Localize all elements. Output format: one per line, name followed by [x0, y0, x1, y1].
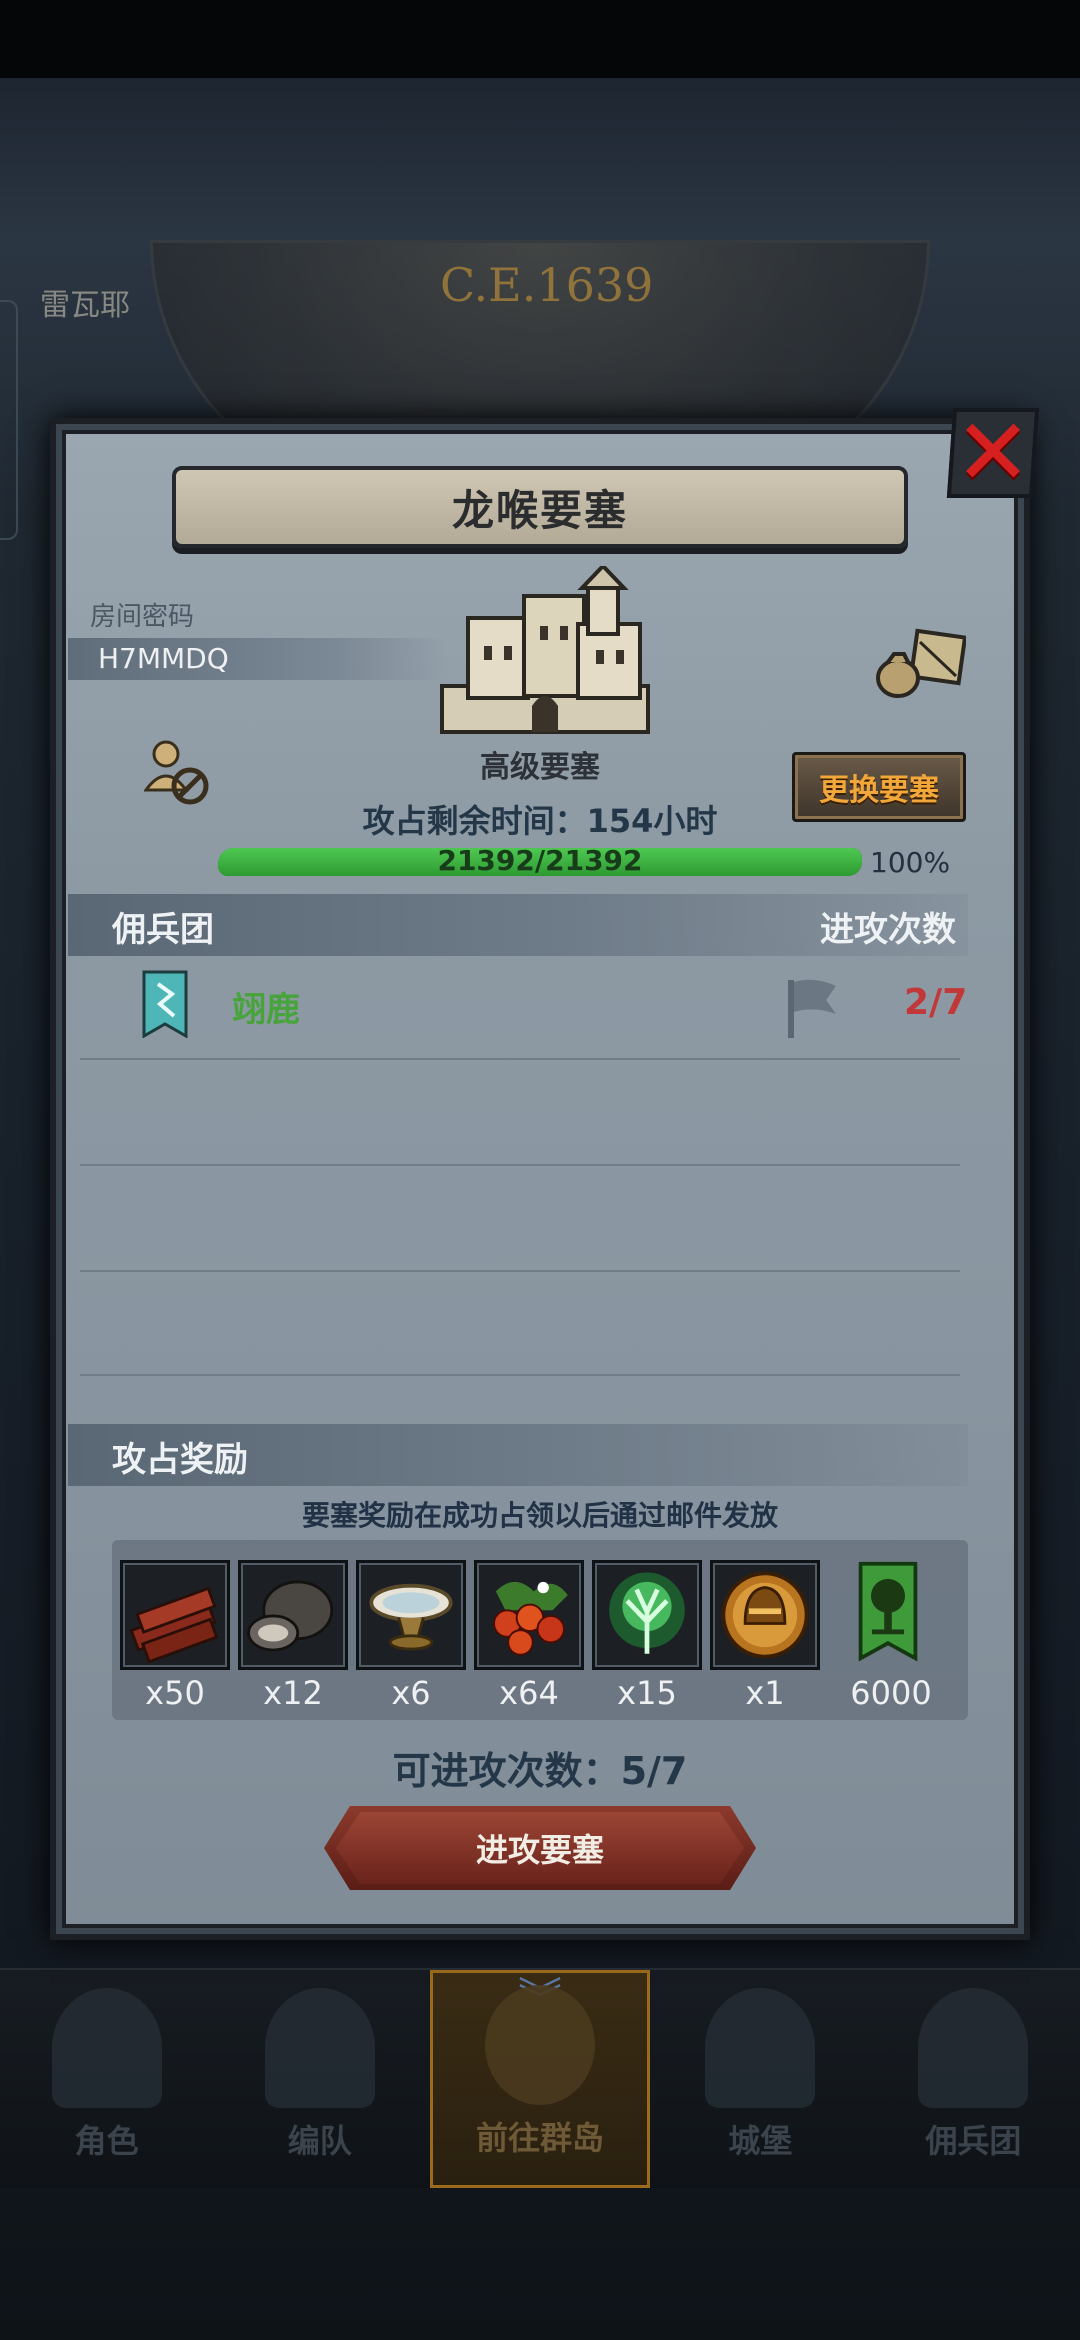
mercenary-header: 佣兵团 — [112, 910, 214, 950]
nav-item-character[interactable]: 角色 — [0, 1970, 213, 2188]
mercenary-icon — [918, 1988, 1029, 2108]
room-password-label: 房间密码 — [90, 602, 195, 632]
reward-item[interactable]: x12 — [238, 1560, 348, 1712]
rewards-header: 攻占奖励 — [112, 1440, 248, 1480]
compass-icon — [485, 1985, 595, 2105]
reward-item[interactable]: x6 — [356, 1560, 466, 1712]
guild-name: 翊鹿 — [232, 990, 300, 1030]
swap-fortress-button[interactable]: 更换要塞 — [792, 752, 966, 822]
helmet-icon — [264, 1988, 375, 2108]
guild-attack-count: 2/7 — [904, 982, 968, 1023]
reward-item[interactable]: x64 — [474, 1560, 584, 1712]
guild-emblem-icon — [142, 970, 188, 1038]
reward-qty: x15 — [617, 1674, 677, 1712]
guild-row[interactable]: 翊鹿 2/7 — [68, 960, 968, 1060]
swap-fortress-label: 更换要塞 — [819, 773, 939, 808]
bowl-icon — [369, 1583, 453, 1651]
nav-label: 前往群岛 — [476, 2119, 605, 2157]
reward-qty: x50 — [145, 1674, 205, 1712]
loot-bags-icon[interactable] — [876, 626, 966, 698]
dialog-title: 龙喉要塞 — [451, 485, 628, 535]
reward-qty: 6000 — [850, 1674, 932, 1712]
nav-item-castle[interactable]: 城堡 — [654, 1970, 867, 2188]
attack-fortress-label: 进攻要塞 — [475, 1831, 604, 1869]
nav-label: 城堡 — [728, 2122, 793, 2160]
row-divider — [80, 1164, 960, 1166]
row-divider — [80, 1374, 960, 1376]
reward-qty: x1 — [745, 1674, 785, 1712]
reward-qty: x6 — [391, 1674, 431, 1712]
status-bar — [0, 0, 1080, 78]
reward-note: 要塞奖励在成功占领以后通过邮件发放 — [301, 1499, 778, 1532]
attack-fortress-button[interactable]: 进攻要塞 — [324, 1806, 756, 1890]
fortress-grade: 高级要塞 — [480, 750, 600, 785]
remaining-attacks: 可进攻次数：5/7 — [392, 1749, 688, 1793]
region-label: 雷瓦耶 — [40, 288, 130, 323]
title-banner: 龙喉要塞 — [172, 466, 908, 548]
flag-icon — [788, 979, 836, 1038]
era-label: C.E.1639 — [440, 258, 654, 312]
ore-icon — [247, 1580, 334, 1652]
wood-icon — [129, 1586, 219, 1664]
tree-banner-icon — [858, 1561, 918, 1662]
spirit-tree-icon — [609, 1572, 685, 1654]
room-code[interactable]: H7MMDQ — [98, 642, 229, 675]
nav-label: 角色 — [74, 2122, 139, 2160]
reward-qty: x12 — [263, 1674, 323, 1712]
kick-member-icon[interactable] — [144, 738, 214, 808]
close-button[interactable]: ✕ — [946, 399, 1040, 506]
nav-label: 编队 — [287, 2122, 352, 2160]
close-icon: ✕ — [954, 399, 1032, 506]
knight-icon — [51, 1988, 162, 2108]
nav-item-mercenary[interactable]: 佣兵团 — [867, 1970, 1080, 2188]
helmet-coin-icon — [721, 1571, 809, 1659]
hp-percent: 100% — [870, 846, 951, 879]
castle-icon — [705, 1988, 816, 2108]
nav-label: 佣兵团 — [925, 2122, 1022, 2160]
nav-item-islands[interactable]: ︾ 前往群岛 — [430, 1970, 650, 2188]
row-divider — [80, 1270, 960, 1272]
capture-time-remaining: 攻占剩余时间：154小时 — [362, 802, 718, 840]
bottom-nav: 角色 编队 ︾ 前往群岛 城堡 佣兵团 — [0, 1968, 1080, 2188]
nav-item-formation[interactable]: 编队 — [213, 1970, 426, 2188]
fortress-icon — [440, 566, 650, 734]
reward-item[interactable]: x1 — [710, 1560, 820, 1712]
side-drawer-handle[interactable] — [0, 300, 18, 540]
berries-icon — [493, 1581, 568, 1656]
reward-item[interactable]: 6000 — [836, 1560, 946, 1712]
attack-count-header: 进攻次数 — [820, 910, 956, 950]
row-divider — [80, 1058, 960, 1060]
reward-qty: x64 — [499, 1674, 559, 1712]
reward-item[interactable]: x50 — [120, 1560, 230, 1712]
hp-value: 21392/21392 — [437, 844, 643, 877]
reward-item[interactable]: x15 — [592, 1560, 702, 1712]
